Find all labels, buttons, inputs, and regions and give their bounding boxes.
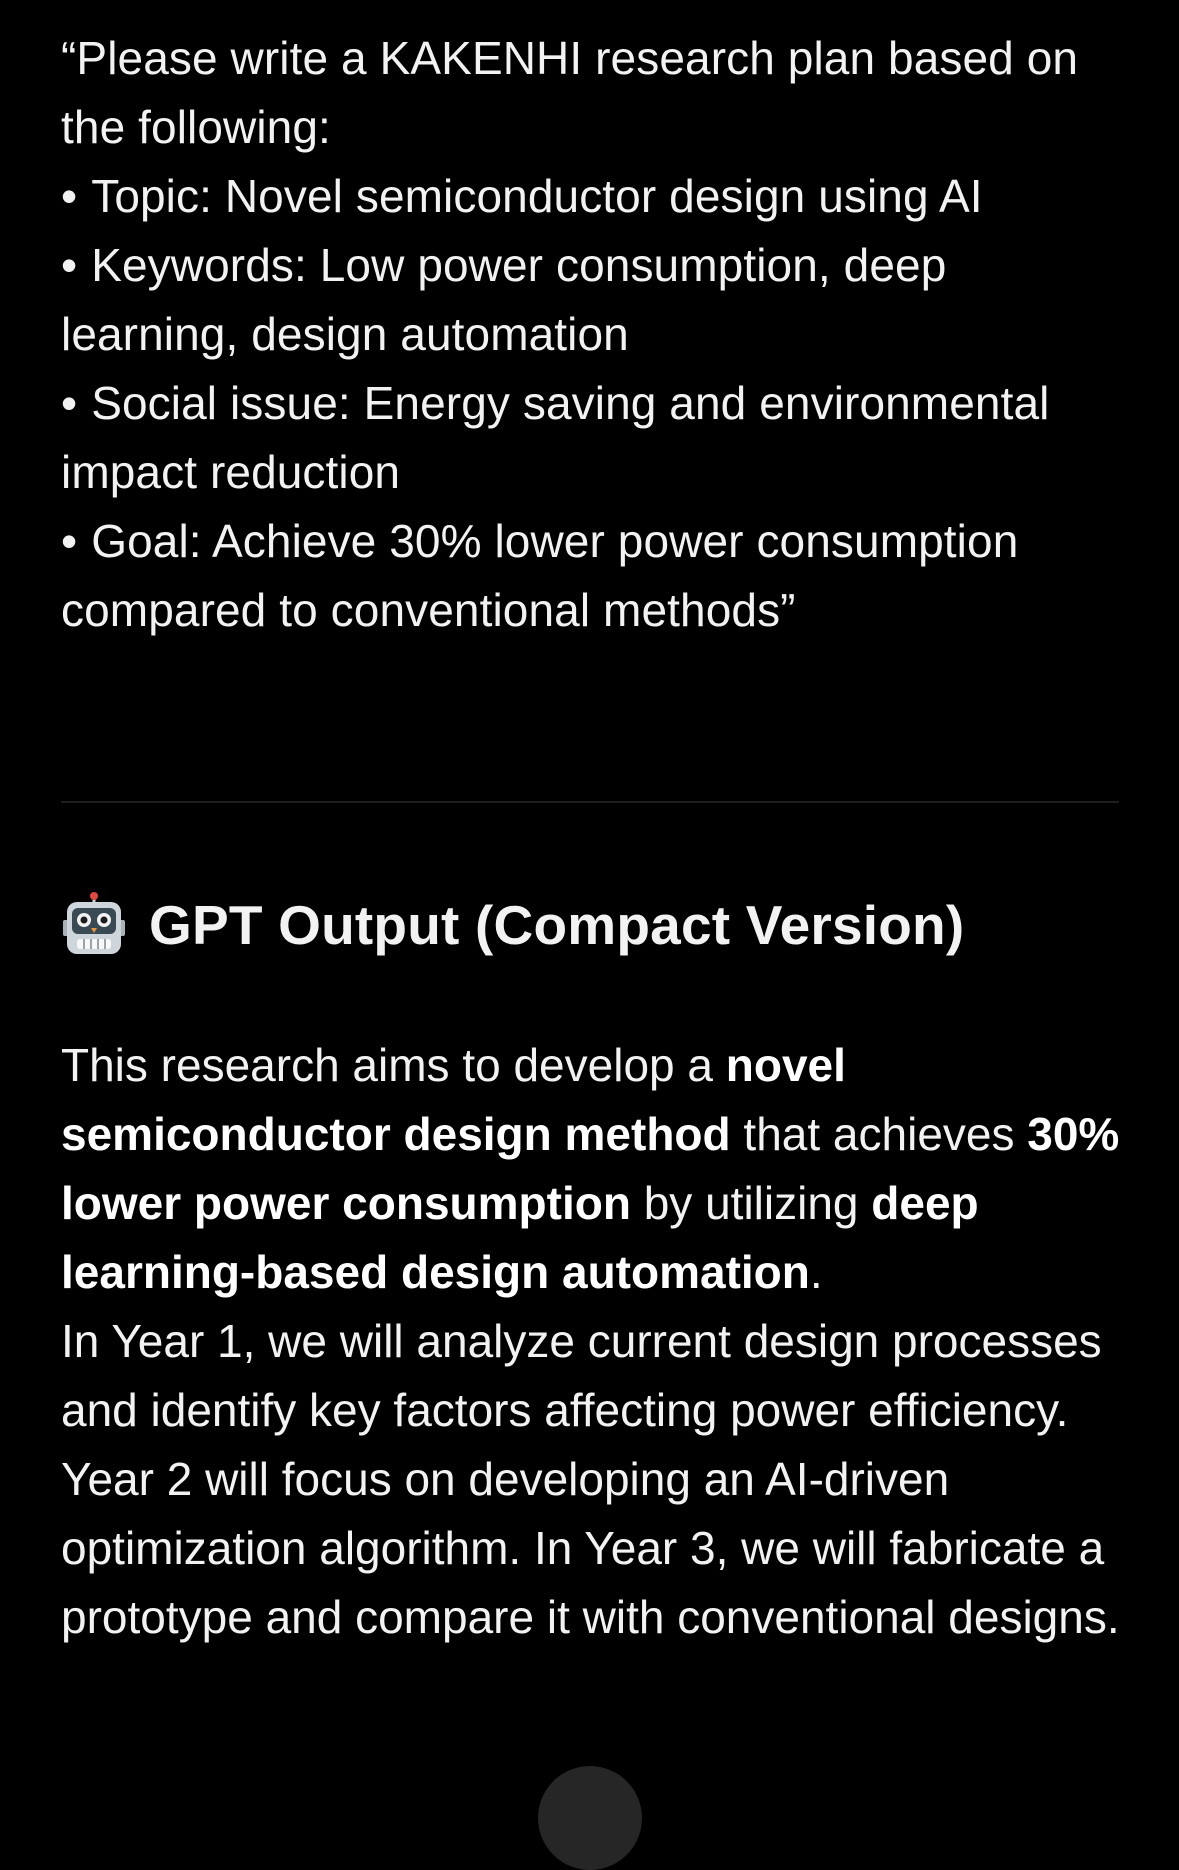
output-heading: GPT Output (Compact Version) (61, 885, 1121, 965)
answer-text: by utilizing (630, 1177, 872, 1229)
scroll-down-button[interactable] (538, 1766, 642, 1870)
bullet-icon: • (61, 239, 78, 291)
prompt-bullet-goal: • Goal: Achieve 30% lower power consumpti… (61, 507, 1121, 645)
prompt-bullet-topic: • Topic: Novel semiconductor design using… (61, 162, 1121, 231)
output-heading-text: GPT Output (Compact Version) (149, 894, 965, 956)
robot-icon (63, 892, 125, 954)
answer-text: This research aims to develop a (61, 1039, 726, 1091)
output-body: This research aims to develop a novel se… (61, 1031, 1121, 1652)
bullet-icon: • (61, 170, 78, 222)
bullet-text: Keywords: Low power consumption, deep le… (61, 239, 947, 360)
bullet-text: Topic: Novel semiconductor design using … (91, 170, 983, 222)
bullet-text: Goal: Achieve 30% lower power consumptio… (61, 515, 1019, 636)
bullet-icon: • (61, 377, 78, 429)
prompt-bullet-keywords: • Keywords: Low power consumption, deep l… (61, 231, 1121, 369)
answer-text: . (809, 1246, 823, 1298)
prompt-bullet-social-issue: • Social issue: Energy saving and environ… (61, 369, 1121, 507)
prompt-intro: “Please write a KAKENHI research plan ba… (61, 32, 1079, 153)
answer-text: that achieves (730, 1108, 1028, 1160)
section-divider (61, 801, 1119, 803)
prompt-block: “Please write a KAKENHI research plan ba… (61, 24, 1121, 645)
bullet-text: Social issue: Energy saving and environm… (61, 377, 1050, 498)
prompt-text: “Please write a KAKENHI research plan ba… (61, 24, 1121, 645)
answer-timeline-text: In Year 1, we will analyze current desig… (61, 1315, 1120, 1643)
bullet-icon: • (61, 515, 78, 567)
